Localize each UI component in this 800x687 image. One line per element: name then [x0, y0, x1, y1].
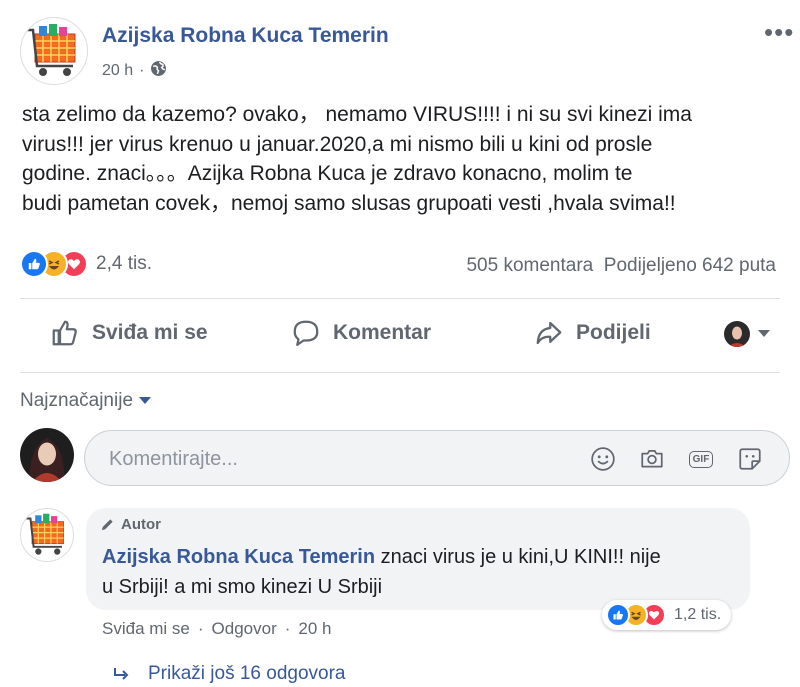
thumbs-up-icon [52, 320, 77, 346]
reply-arrow-icon [114, 668, 129, 680]
post-text-line: budi pametan covek，nemoj samo slusas gru… [22, 191, 676, 215]
like-label: Sviđa mi se [92, 321, 208, 344]
comment-reactions[interactable]: 1,2 tis. [602, 600, 732, 630]
gif-label: GIF [688, 450, 714, 468]
action-separator: · [197, 619, 204, 638]
post-meta: 20 h · [102, 60, 167, 82]
comment-reply-link[interactable]: Odgovor [212, 619, 277, 639]
like-icon [606, 603, 630, 627]
caret-down-icon [139, 397, 152, 404]
globe-icon [150, 60, 167, 82]
author-badge-label: Autor [121, 516, 161, 533]
pencil-icon [101, 519, 113, 531]
post-text: sta zelimo da kazemo? ovako， nemamo VIRU… [22, 100, 792, 218]
comment-label: Komentar [333, 321, 432, 344]
shopping-cart-logo [27, 24, 76, 76]
comment-button[interactable]: Komentar [291, 318, 431, 348]
more-options-icon[interactable]: ••• [764, 19, 794, 45]
shares-count-link[interactable]: Podijeljeno 642 puta [604, 255, 776, 276]
view-replies-label: Prikaži još 16 odgovora [148, 663, 346, 684]
emoji-icon[interactable] [587, 443, 619, 475]
comment-text-part: u Srbiji! a mi smo kinezi U Srbiji [102, 576, 383, 598]
comment-text: Azijska Robna Kuca Temerin znaci virus j… [102, 542, 732, 602]
comment-author-avatar[interactable] [20, 508, 74, 562]
current-user-avatar[interactable] [20, 428, 74, 482]
share-icon [536, 321, 562, 345]
comment-actions: Sviđa mi se · Odgovor · 20 h [102, 619, 332, 639]
like-button[interactable]: Sviđa mi se [50, 318, 208, 348]
comment-sort-dropdown[interactable]: Najznačajnije [20, 390, 152, 412]
divider [20, 372, 780, 373]
like-icon [20, 250, 48, 278]
page-avatar[interactable] [20, 17, 88, 85]
comment-like-link[interactable]: Sviđa mi se [102, 619, 190, 639]
post-text-line: virus!!! jer virus krenuo u januar.2020,… [22, 132, 653, 156]
post-as-selector[interactable] [724, 321, 770, 347]
user-avatar-small [724, 321, 750, 347]
page-name[interactable]: Azijska Robna Kuca Temerin [102, 24, 389, 48]
post-text-line: godine. znaci。。。Azijka Robna Kuca je zdr… [22, 162, 633, 185]
comment-author-name[interactable]: Azijska Robna Kuca Temerin [102, 546, 375, 568]
shopping-cart-logo [25, 513, 64, 555]
comment-text-part: znaci virus je u kini,U KINI!! nije [375, 546, 661, 568]
sort-label: Najznačajnije [20, 390, 134, 411]
comment-icon [293, 320, 319, 346]
post-time[interactable]: 20 h [102, 62, 133, 80]
post-stats: 505 komentara Podijeljeno 642 puta [466, 255, 776, 277]
comment-time[interactable]: 20 h [298, 619, 331, 639]
reactions-count: 2,4 tis. [96, 253, 152, 274]
comment-input[interactable] [107, 443, 571, 475]
divider [20, 298, 780, 299]
view-replies-link[interactable]: Prikaži još 16 odgovora [112, 663, 346, 685]
sticker-icon[interactable] [734, 443, 766, 475]
comment-input-container: GIF [84, 430, 790, 486]
gif-icon[interactable]: GIF [685, 443, 717, 475]
camera-icon[interactable] [636, 443, 668, 475]
caret-down-icon [758, 330, 770, 337]
author-badge: Autor [100, 516, 161, 533]
share-label: Podijeli [576, 321, 651, 344]
action-separator: · [284, 619, 291, 638]
reactions-summary[interactable]: 2,4 tis. [20, 250, 152, 278]
comments-count-link[interactable]: 505 komentara [466, 255, 593, 276]
meta-separator: · [139, 62, 145, 79]
comment-reactions-count: 1,2 tis. [674, 606, 722, 623]
post-text-line: sta zelimo da kazemo? ovako， nemamo VIRU… [22, 103, 692, 126]
share-button[interactable]: Podijeli [534, 318, 651, 348]
